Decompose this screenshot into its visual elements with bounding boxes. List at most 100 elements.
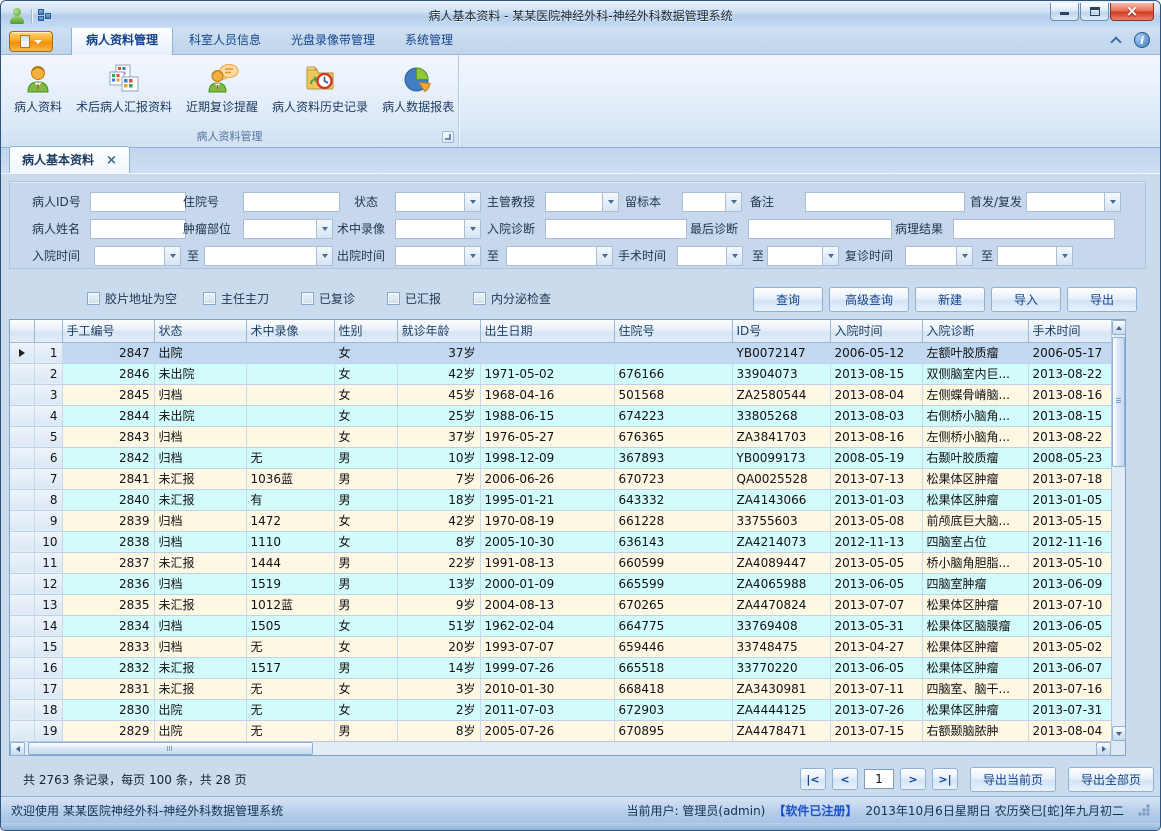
filter-combobox[interactable] xyxy=(506,246,613,266)
filter-combobox[interactable] xyxy=(905,246,973,266)
combo-dropdown-button[interactable] xyxy=(822,247,838,265)
filter-checkbox[interactable]: 已复诊 xyxy=(301,290,355,307)
table-row[interactable]: 102838归档1110女8岁2005-10-30636143ZA4214073… xyxy=(10,531,1111,552)
table-row[interactable]: 12847出院女37岁YB00721472006-05-12左额叶胶质瘤2006… xyxy=(10,342,1111,363)
last-page-button[interactable]: >| xyxy=(932,768,958,790)
filter-checkbox[interactable]: 内分泌检查 xyxy=(473,290,551,307)
table-row[interactable]: 42844未出院女25岁1988-06-15674223338052682013… xyxy=(10,405,1111,426)
column-header[interactable]: ID号 xyxy=(732,320,830,342)
filter-combobox[interactable] xyxy=(395,219,481,239)
filter-combobox[interactable] xyxy=(682,192,742,212)
column-header[interactable] xyxy=(10,320,34,342)
prev-page-button[interactable]: < xyxy=(832,768,858,790)
combo-dropdown-button[interactable] xyxy=(316,247,332,265)
combo-dropdown-button[interactable] xyxy=(464,247,480,265)
column-header[interactable]: 手术时间 xyxy=(1028,320,1111,342)
next-page-button[interactable]: > xyxy=(900,768,926,790)
column-header[interactable]: 入院诊断 xyxy=(922,320,1028,342)
filter-combobox[interactable] xyxy=(545,192,619,212)
combo-dropdown-button[interactable] xyxy=(164,247,180,265)
filter-input[interactable] xyxy=(545,219,687,239)
combo-dropdown-button[interactable] xyxy=(602,193,618,211)
quick-access-grid-icon[interactable] xyxy=(38,8,53,23)
table-row[interactable]: 182830出院无女2岁2011-07-03672903ZA4444125201… xyxy=(10,699,1111,720)
horizontal-scrollbar[interactable] xyxy=(10,741,1111,755)
filter-input[interactable] xyxy=(953,219,1115,239)
scroll-right-button[interactable] xyxy=(1096,742,1111,756)
export-current-page-button[interactable]: 导出当前页 xyxy=(970,767,1056,792)
combo-dropdown-button[interactable] xyxy=(1104,193,1120,211)
table-row[interactable]: 92839归档1472女42岁1970-08-19661228337556032… xyxy=(10,510,1111,531)
column-header[interactable] xyxy=(34,320,62,342)
combo-dropdown-button[interactable] xyxy=(726,247,742,265)
filter-checkbox[interactable]: 已汇报 xyxy=(387,290,441,307)
combo-dropdown-button[interactable] xyxy=(1056,247,1072,265)
ribbon-item[interactable]: 病人数据报表 xyxy=(375,59,461,118)
column-header[interactable]: 状态 xyxy=(154,320,246,342)
vertical-scroll-thumb[interactable] xyxy=(1112,337,1125,467)
filter-combobox[interactable] xyxy=(204,246,333,266)
filter-input[interactable] xyxy=(805,192,965,212)
action-button[interactable]: 高级查询 xyxy=(829,287,909,312)
filter-input[interactable] xyxy=(748,219,892,239)
table-row[interactable]: 132835未汇报1012蓝男9岁2004-08-13670265ZA44708… xyxy=(10,594,1111,615)
column-header[interactable]: 手工编号 xyxy=(62,320,154,342)
table-row[interactable]: 72841未汇报1036蓝男7岁2006-06-26670723QA002552… xyxy=(10,468,1111,489)
ribbon-tab[interactable]: 科室人员信息 xyxy=(175,26,275,54)
collapse-ribbon-icon[interactable] xyxy=(1110,36,1121,47)
first-page-button[interactable]: |< xyxy=(800,768,826,790)
column-header[interactable]: 入院时间 xyxy=(830,320,922,342)
column-header[interactable]: 住院号 xyxy=(614,320,732,342)
table-row[interactable]: 82840未汇报有男18岁1995-01-21643332ZA414306620… xyxy=(10,489,1111,510)
combo-dropdown-button[interactable] xyxy=(464,220,480,238)
action-button[interactable]: 导入 xyxy=(991,287,1061,312)
column-header[interactable]: 性别 xyxy=(334,320,397,342)
ribbon-item[interactable]: 术后病人汇报资料 xyxy=(69,59,179,118)
page-number-input[interactable] xyxy=(864,769,894,789)
table-row[interactable]: 62842归档无男10岁1998-12-09367893YB0099173200… xyxy=(10,447,1111,468)
ribbon-item[interactable]: 病人资料 xyxy=(7,59,69,118)
combo-dropdown-button[interactable] xyxy=(956,247,972,265)
info-icon[interactable] xyxy=(1134,32,1150,48)
table-row[interactable]: 152833归档无女20岁1993-07-0765944633748475201… xyxy=(10,636,1111,657)
action-button[interactable]: 新建 xyxy=(915,287,985,312)
combo-dropdown-button[interactable] xyxy=(725,193,741,211)
table-row[interactable]: 112837未汇报1444男22岁1991-08-13660599ZA40894… xyxy=(10,552,1111,573)
action-button[interactable]: 查询 xyxy=(753,287,823,312)
close-button[interactable] xyxy=(1110,3,1154,21)
export-all-pages-button[interactable]: 导出全部页 xyxy=(1068,767,1154,792)
column-header[interactable]: 出生日期 xyxy=(480,320,614,342)
combo-dropdown-button[interactable] xyxy=(596,247,612,265)
maximize-button[interactable] xyxy=(1080,3,1109,21)
table-row[interactable]: 162832未汇报1517男14岁1999-07-266655183377022… xyxy=(10,657,1111,678)
combo-dropdown-button[interactable] xyxy=(316,220,332,238)
filter-combobox[interactable] xyxy=(94,246,181,266)
table-row[interactable]: 192829出院无男8岁2005-07-26670895ZA4478471201… xyxy=(10,720,1111,741)
software-registered-link[interactable]: 【软件已注册】 xyxy=(773,802,857,819)
filter-combobox[interactable] xyxy=(997,246,1073,266)
ribbon-tab[interactable]: 光盘录像带管理 xyxy=(277,26,389,54)
ribbon-tab[interactable]: 系统管理 xyxy=(391,26,467,54)
application-menu-button[interactable] xyxy=(9,31,53,52)
table-row[interactable]: 172831未汇报无女3岁2010-01-30668418ZA343098120… xyxy=(10,678,1111,699)
horizontal-scroll-thumb[interactable] xyxy=(28,742,313,755)
vertical-scrollbar[interactable] xyxy=(1111,320,1125,741)
scroll-down-button[interactable] xyxy=(1112,726,1126,741)
table-row[interactable]: 22846未出院女42岁1971-05-02676166339040732013… xyxy=(10,363,1111,384)
filter-combobox[interactable] xyxy=(677,246,743,266)
filter-combobox[interactable] xyxy=(767,246,839,266)
filter-combobox[interactable] xyxy=(1026,192,1121,212)
column-header[interactable]: 术中录像 xyxy=(246,320,334,342)
scroll-up-button[interactable] xyxy=(1112,320,1126,335)
filter-combobox[interactable] xyxy=(395,192,481,212)
tab-patient-basic-info[interactable]: 病人基本资料 xyxy=(9,146,130,173)
combo-dropdown-button[interactable] xyxy=(464,193,480,211)
filter-input[interactable] xyxy=(90,192,186,212)
filter-input[interactable] xyxy=(243,192,340,212)
action-button[interactable]: 导出 xyxy=(1067,287,1137,312)
filter-combobox[interactable] xyxy=(395,246,481,266)
filter-input[interactable] xyxy=(90,219,186,239)
close-tab-icon[interactable] xyxy=(106,153,117,167)
table-row[interactable]: 32845归档女45岁1968-04-16501568ZA25805442013… xyxy=(10,384,1111,405)
scroll-left-button[interactable] xyxy=(10,742,25,756)
